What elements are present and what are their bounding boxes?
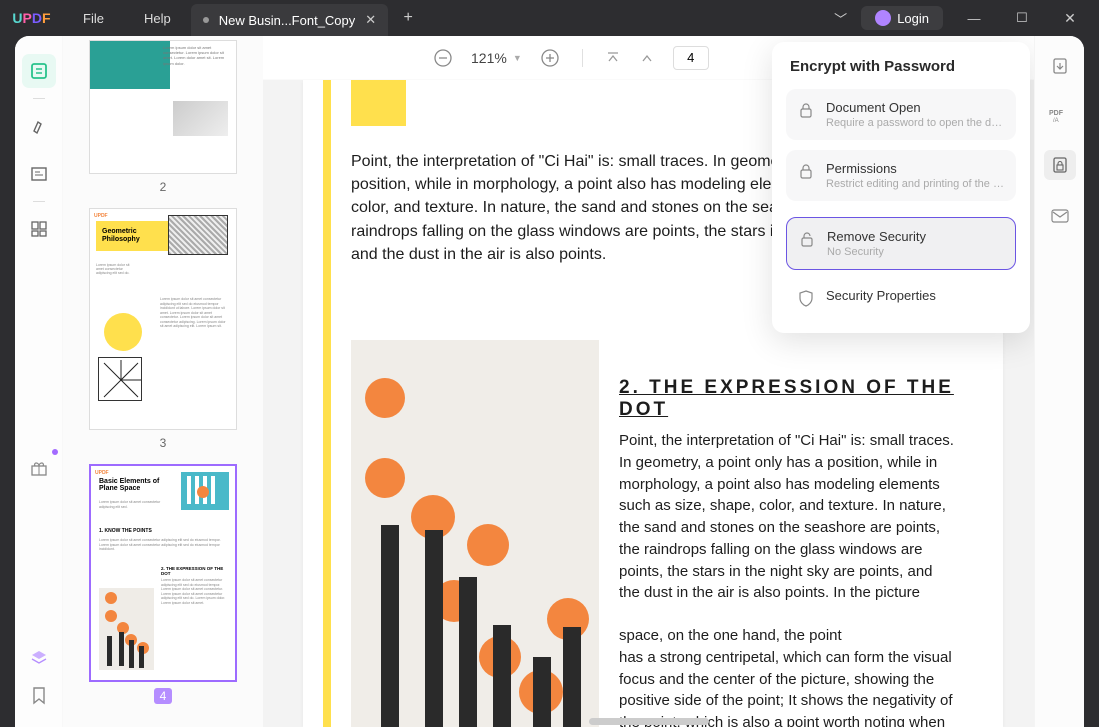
svg-text:/A: /A [1053, 118, 1059, 123]
tool-layers[interactable] [22, 641, 56, 675]
tab-title: New Busin...Font_Copy [219, 13, 356, 28]
menu-help[interactable]: Help [124, 11, 191, 26]
encrypt-password-panel: Encrypt with Password Document Open Requ… [772, 42, 1030, 333]
body-paragraph: Point, the interpretation of "Ci Hai" is… [619, 430, 954, 604]
left-tool-rail [15, 36, 63, 727]
tool-pdfa[interactable]: PDF/A [1047, 102, 1073, 126]
option-document-open[interactable]: Document Open Require a password to open… [786, 89, 1016, 140]
tab-close-icon[interactable]: ✕ [365, 12, 376, 28]
first-page-button[interactable] [605, 50, 621, 66]
app-logo: UPDF [0, 10, 63, 26]
body-paragraph: space, on the one hand, the point has a … [619, 625, 954, 727]
lock-icon [798, 101, 816, 119]
avatar-icon [875, 10, 891, 26]
new-tab-button[interactable]: + [394, 9, 422, 27]
tool-comment[interactable] [22, 109, 56, 143]
tool-export[interactable] [1047, 54, 1073, 78]
page-label: 3 [160, 436, 167, 450]
gift-icon [29, 458, 49, 478]
title-bar: UPDF File Help New Busin...Font_Copy ✕ +… [0, 0, 1099, 36]
gift-badge-icon [52, 449, 58, 455]
zoom-out-button[interactable] [433, 48, 453, 68]
tabs-dropdown-icon[interactable]: ﹀ [834, 9, 847, 28]
shield-icon [798, 289, 816, 307]
page-label: 4 [154, 688, 173, 704]
horizontal-scrollbar[interactable] [589, 718, 709, 725]
zoom-dropdown[interactable]: 121%▼ [471, 50, 522, 66]
page-label: 2 [160, 180, 167, 194]
tool-reader[interactable] [22, 54, 56, 88]
lock-page-icon [1050, 155, 1070, 175]
tab-indicator-icon [203, 17, 209, 23]
panel-title: Encrypt with Password [786, 58, 1016, 75]
page-number-input[interactable] [673, 46, 709, 70]
zoom-in-button[interactable] [540, 48, 560, 68]
option-security-properties[interactable]: Security Properties [786, 280, 1016, 315]
menu-file[interactable]: File [63, 11, 124, 26]
window-maximize-icon[interactable]: ☐ [1005, 10, 1039, 26]
tool-organize[interactable] [22, 212, 56, 246]
bookmark-icon [30, 686, 48, 706]
minus-circle-icon [433, 48, 453, 68]
chevron-up-icon [639, 50, 655, 66]
lock-icon [798, 162, 816, 180]
right-tool-rail: PDF/A [1034, 36, 1084, 727]
pages-icon [29, 219, 49, 239]
svg-text:PDF: PDF [1049, 110, 1064, 117]
chevron-top-icon [605, 50, 621, 66]
thumbnail-page-4[interactable]: UPDF Basic Elements of Plane Space Lorem… [63, 464, 263, 704]
unlock-icon [799, 230, 817, 248]
figure-dots [351, 340, 599, 727]
window-close-icon[interactable]: ✕ [1053, 10, 1087, 27]
document-tab[interactable]: New Busin...Font_Copy ✕ [191, 4, 388, 36]
option-permissions[interactable]: Permissions Restrict editing and printin… [786, 150, 1016, 201]
document-canvas[interactable]: 121%▼ Point, the interpretation of "Ci H… [263, 36, 1034, 727]
thumbnail-panel: Lorem ipsum dolor sit amet consectetur. … [63, 36, 263, 727]
tool-edit[interactable] [22, 157, 56, 191]
edit-text-icon [29, 164, 49, 184]
thumbnail-page-2[interactable]: Lorem ipsum dolor sit amet consectetur. … [63, 40, 263, 194]
prev-page-button[interactable] [639, 50, 655, 66]
layers-icon [29, 648, 49, 668]
reader-icon [29, 61, 49, 81]
window-minimize-icon[interactable]: — [957, 11, 991, 26]
mail-icon [1050, 207, 1070, 225]
thumbnail-page-3[interactable]: UPDF Geometric Philosophy Lorem ipsum do… [63, 208, 263, 450]
plus-circle-icon [540, 48, 560, 68]
tool-share[interactable] [1047, 204, 1073, 228]
option-remove-security[interactable]: Remove Security No Security [786, 217, 1016, 270]
tool-bookmark[interactable] [22, 679, 56, 713]
tool-gift[interactable] [22, 451, 56, 485]
app-frame: Lorem ipsum dolor sit amet consectetur. … [15, 36, 1084, 727]
export-icon [1050, 56, 1070, 76]
highlighter-icon [29, 116, 49, 136]
section-heading: 2. THE EXPRESSION OF THE DOT [619, 377, 1003, 421]
login-button[interactable]: Login [861, 6, 943, 30]
tool-protect[interactable] [1044, 150, 1076, 180]
pdfa-icon: PDF/A [1049, 105, 1071, 123]
